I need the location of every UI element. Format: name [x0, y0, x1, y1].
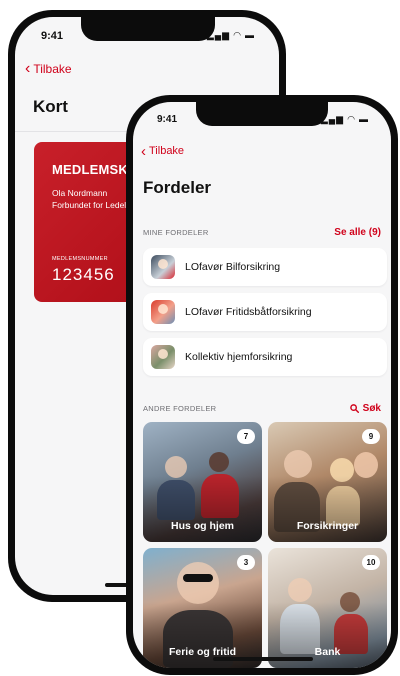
category-count-badge: 10 — [362, 555, 380, 570]
wifi-icon: ◠ — [233, 30, 242, 40]
page-title: Kort — [33, 97, 68, 116]
benefit-item-car-insurance[interactable]: LOfavør Bilforsikring — [143, 248, 387, 286]
wifi-icon: ◠ — [347, 114, 356, 124]
signal-icon: ▂▄▆ — [320, 114, 345, 124]
chevron-left-icon: ‹ — [25, 60, 31, 77]
category-label: Forsikringer — [296, 520, 359, 532]
home-indicator — [213, 657, 313, 661]
card-number-label: MEDLEMSNUMMER — [52, 256, 108, 262]
category-count-badge: 3 — [237, 555, 255, 570]
search-icon — [349, 404, 359, 413]
page-title: Fordeler — [143, 178, 212, 197]
back-label: Tilbake — [149, 145, 185, 157]
card-number: 123456 — [52, 265, 115, 284]
category-count-badge: 7 — [237, 429, 255, 444]
other-benefits-header: ANDRE FORDELER Søk — [143, 403, 381, 414]
category-tile-bank[interactable]: 10 Bank — [268, 548, 387, 668]
front-phone-frame: 9:41 ▂▄▆ ◠ ▬ ‹ Tilbake Fordeler MINE FOR… — [126, 95, 398, 675]
status-time: 9:41 — [157, 114, 178, 125]
signal-icon: ▂▄▆ — [206, 30, 231, 40]
back-button[interactable]: ‹ Tilbake — [141, 142, 185, 160]
chevron-left-icon: ‹ — [141, 142, 146, 160]
my-benefits-label: MINE FORDELER — [143, 228, 209, 237]
category-tile-insurance[interactable]: 9 Forsikringer — [268, 422, 387, 542]
search-label: Søk — [362, 403, 381, 414]
back-label: Tilbake — [33, 62, 72, 76]
category-tile-travel[interactable]: 3 Ferie og fritid — [143, 548, 262, 668]
back-button[interactable]: ‹ Tilbake — [25, 60, 72, 77]
search-button[interactable]: Søk — [349, 403, 381, 414]
benefit-name: LOfavør Fritidsbåtforsikring — [185, 306, 312, 318]
status-icons: ▂▄▆ ◠ ▬ — [321, 114, 369, 125]
category-tile-home[interactable]: 7 Hus og hjem — [143, 422, 262, 542]
category-grid: 7 Hus og hjem 9 Forsikringer 3 Ferie og … — [143, 422, 387, 668]
benefit-name: Kollektiv hjemforsikring — [185, 351, 293, 363]
boat-insurance-thumbnail — [151, 300, 175, 324]
battery-icon: ▬ — [245, 30, 255, 40]
my-benefits-header: MINE FORDELER Se alle (9) — [143, 227, 381, 238]
other-benefits-label: ANDRE FORDELER — [143, 404, 217, 413]
status-time: 9:41 — [41, 30, 64, 42]
car-insurance-thumbnail — [151, 255, 175, 279]
category-count-badge: 9 — [362, 429, 380, 444]
benefit-name: LOfavør Bilforsikring — [185, 261, 281, 273]
my-benefits-list: LOfavør Bilforsikring LOfavør Fritidsbåt… — [143, 248, 387, 383]
home-insurance-thumbnail — [151, 345, 175, 369]
benefit-item-home-insurance[interactable]: Kollektiv hjemforsikring — [143, 338, 387, 376]
status-icons: ▂▄▆ ◠ ▬ — [207, 30, 255, 41]
battery-icon: ▬ — [359, 114, 369, 124]
phone-notch — [81, 17, 215, 41]
phone-notch — [196, 102, 328, 126]
benefit-item-boat-insurance[interactable]: LOfavør Fritidsbåtforsikring — [143, 293, 387, 331]
see-all-link[interactable]: Se alle (9) — [334, 227, 381, 238]
category-label: Hus og hjem — [170, 520, 234, 532]
front-phone-screen: 9:41 ▂▄▆ ◠ ▬ ‹ Tilbake Fordeler MINE FOR… — [133, 102, 391, 668]
